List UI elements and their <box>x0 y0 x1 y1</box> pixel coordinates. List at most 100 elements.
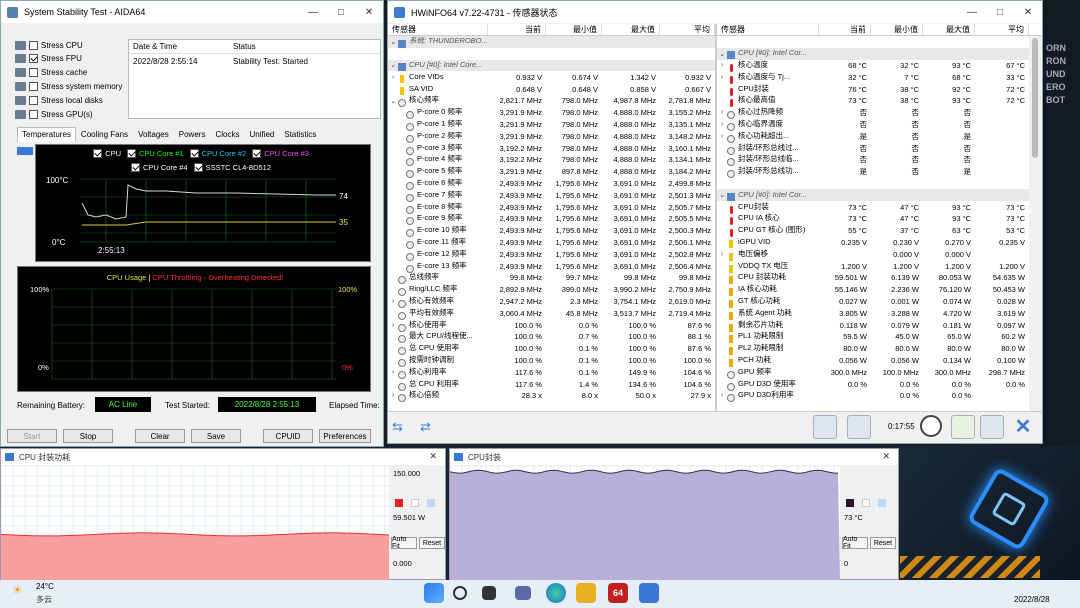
expand-icon[interactable]: › <box>717 392 727 399</box>
expand-icon[interactable]: › <box>388 392 398 399</box>
fill-color-swatch[interactable] <box>862 499 870 507</box>
table-row[interactable]: E-core 9 频率 2,493.9 MHz 1,795.6 MHz 3,691.0… <box>388 213 715 226</box>
stress-checkbox[interactable] <box>29 68 38 78</box>
stress-option[interactable]: Stress cache <box>15 67 133 79</box>
expand-icon[interactable]: ⌄ <box>388 97 398 105</box>
report-add-icon[interactable] <box>951 415 975 439</box>
column-header[interactable]: 平均 <box>975 24 1029 35</box>
stress-checkbox[interactable] <box>29 54 38 64</box>
table-row[interactable] <box>388 48 715 60</box>
tab-powers[interactable]: Powers <box>174 127 211 142</box>
table-row[interactable]: 最大 CPU/线程使... 100.0 % 0.7 % 100.0 % 88.1 % <box>388 331 715 344</box>
reset-button[interactable]: Reset <box>419 537 445 549</box>
stress-option[interactable]: Stress FPU <box>15 53 133 65</box>
clear-button[interactable]: Clear <box>135 429 185 443</box>
file-explorer-icon[interactable] <box>576 583 596 603</box>
nav-left-icon[interactable]: ⇆ <box>392 419 414 435</box>
edge-icon[interactable] <box>546 583 566 603</box>
sensor-group-header[interactable]: ⌄ CPU [#0]: Intel Cor... <box>717 47 1029 60</box>
table-row[interactable]: E-core 13 频率 2,493.9 MHz 1,795.6 MHz 3,691.… <box>388 260 715 273</box>
table-row[interactable]: P-core 1 频率 3,291.9 MHz 798.0 MHz 4,888.0 M… <box>388 119 715 131</box>
table-row[interactable]: 核心最高值 73 °C 38 °C 93 °C 72 °C <box>717 95 1029 108</box>
tab-statistics[interactable]: Statistics <box>279 127 321 142</box>
minimize-button[interactable]: — <box>299 7 327 18</box>
table-row[interactable]: PL2 功耗限制 80.0 W 80.0 W 80.0 W 80.0 W <box>717 343 1029 356</box>
auto-fit-button[interactable]: Auto Fit <box>391 536 417 550</box>
line-color-swatch[interactable] <box>846 499 854 507</box>
expand-icon[interactable]: ⌄ <box>388 38 398 46</box>
table-row[interactable]: 总 CPU 使用率 100.0 % 0.1 % 100.0 % 87.6 % <box>388 343 715 356</box>
sensor-group-header[interactable]: ⌄ CPU [#0]: Intel Cor... <box>717 189 1029 202</box>
bg-color-swatch[interactable] <box>878 499 886 507</box>
start-button[interactable]: Start <box>7 429 57 443</box>
table-row[interactable]: P-core 2 频率 3,291.9 MHz 798.0 MHz 4,888.0 M… <box>388 130 715 143</box>
task-view-icon[interactable] <box>482 586 496 600</box>
tab-voltages[interactable]: Voltages <box>133 127 174 142</box>
expand-icon[interactable]: ⌄ <box>388 61 398 69</box>
table-row[interactable]: 平均有效频率 3,060.4 MHz 45.8 MHz 3,513.7 MHz 2,71… <box>388 307 715 320</box>
preferences-button[interactable]: Preferences <box>319 429 371 443</box>
stress-checkbox[interactable] <box>29 40 38 50</box>
table-row[interactable]: GT 核心功耗 0.027 W 0.001 W 0.074 W 0.028 W <box>717 296 1029 308</box>
expand-icon[interactable]: › <box>388 298 398 305</box>
column-header[interactable]: 当前 <box>488 24 546 35</box>
table-row[interactable]: › 核心过热降频 否 否 否 <box>717 107 1029 120</box>
gear-icon[interactable] <box>980 415 1004 439</box>
table-row[interactable]: GPU 频率 300.0 MHz 100.0 MHz 300.0 MHz 298.7 M… <box>717 366 1029 379</box>
cpuid-button[interactable]: CPUID <box>263 429 313 443</box>
column-header[interactable]: 传感器 <box>388 24 488 35</box>
table-row[interactable]: › 核心利用率 117.6 % 0.1 % 149.9 % 104.6 % <box>388 366 715 379</box>
hwinfo-taskbar-icon[interactable] <box>639 583 659 603</box>
tab-unified[interactable]: Unified <box>244 127 279 142</box>
close-icon[interactable]: ✕ <box>429 451 437 462</box>
sensors-settings-icon[interactable] <box>847 415 871 439</box>
widgets-icon[interactable] <box>515 586 531 600</box>
table-row[interactable]: E-core 12 频率 2,493.9 MHz 1,795.6 MHz 3,691.… <box>388 248 715 261</box>
maximize-button[interactable]: □ <box>986 7 1014 18</box>
table-row[interactable]: 总线频率 99.8 MHz 99.7 MHz 99.8 MHz 99.8 MHz <box>388 272 715 285</box>
table-row[interactable]: 封装/环形总线临... 否 否 否 <box>717 154 1029 167</box>
stress-option[interactable]: Stress local disks <box>15 94 133 106</box>
table-row[interactable]: VDDQ TX 电压 1.200 V 1.200 V 1.200 V 1.200 V <box>717 260 1029 273</box>
table-row[interactable]: E-core 6 频率 2,493.9 MHz 1,795.6 MHz 3,691.0… <box>388 178 715 190</box>
table-row[interactable]: › 核心温度与 Tj... 32 °C 7 °C 68 °C 33 °C <box>717 71 1029 84</box>
expand-icon[interactable]: › <box>717 121 727 128</box>
table-row[interactable]: › Core VIDs 0.932 V 0.674 V 1.342 V 0.932 V <box>388 71 715 83</box>
stress-checkbox[interactable] <box>29 95 38 105</box>
close-button[interactable]: ✕ <box>355 7 383 18</box>
weather-icon[interactable]: ☀ <box>12 583 28 597</box>
column-header[interactable]: 最小值 <box>546 24 602 35</box>
stress-checkbox[interactable] <box>29 81 38 91</box>
reset-button[interactable]: Reset <box>870 537 896 549</box>
table-row[interactable]: › 核心有效频率 2,947.2 MHz 2.3 MHz 3,754.1 MHz 2,61… <box>388 296 715 308</box>
expand-icon[interactable]: ⌄ <box>717 50 727 58</box>
weather-desc[interactable]: 多云 <box>36 594 52 605</box>
close-button[interactable]: ✕ <box>1014 7 1042 18</box>
nav-right-icon[interactable]: ⇄ <box>420 419 442 435</box>
stress-option[interactable]: Stress CPU <box>15 39 133 51</box>
table-row[interactable]: E-core 8 频率 2,493.9 MHz 1,795.6 MHz 3,691.0… <box>388 201 715 214</box>
column-header[interactable]: 最大值 <box>602 24 660 35</box>
expand-icon[interactable]: › <box>717 251 727 258</box>
right-scrollbar[interactable] <box>1029 36 1042 411</box>
start-icon[interactable] <box>424 583 444 603</box>
table-row[interactable]: 剩余芯片功耗 0.118 W 0.079 W 0.181 W 0.097 W <box>717 319 1029 332</box>
expand-icon[interactable]: › <box>388 369 398 376</box>
right-sensor-pane[interactable]: ⌄ CPU [#0]: Intel Cor... › 核心温度 68 °C 32 °C 93… <box>717 36 1029 411</box>
table-row[interactable]: CPU 封装功耗 59.501 W 6.139 W 80.053 W 54.635 W <box>717 272 1029 285</box>
table-row[interactable]: › 核心使用率 100.0 % 0.0 % 100.0 % 87.6 % <box>388 319 715 332</box>
expand-icon[interactable]: ⌄ <box>717 191 727 199</box>
network-icon[interactable] <box>813 415 837 439</box>
close-sensors-icon[interactable]: ✕ <box>1011 415 1035 439</box>
table-row[interactable]: Ring/LLC 频率 2,892.9 MHz 399.0 MHz 3,990.2 M… <box>388 284 715 297</box>
expand-icon[interactable]: › <box>717 74 727 81</box>
table-row[interactable]: › 电压偏移 0.000 V 0.000 V <box>717 248 1029 261</box>
fill-color-swatch[interactable] <box>411 499 419 507</box>
table-row[interactable]: › 核心临界温度 否 否 否 <box>717 119 1029 131</box>
column-header[interactable]: 最大值 <box>923 24 975 35</box>
column-header[interactable]: 平均 <box>660 24 715 35</box>
table-row[interactable]: CPU GT 核心 (图形) 55 °C 37 °C 63 °C 53 °C <box>717 225 1029 238</box>
expand-icon[interactable]: › <box>717 62 727 69</box>
table-row[interactable]: CPU封装 73 °C 47 °C 93 °C 73 °C <box>717 201 1029 214</box>
table-row[interactable]: P-core 4 频率 3,192.2 MHz 798.0 MHz 4,888.0 M… <box>388 154 715 167</box>
